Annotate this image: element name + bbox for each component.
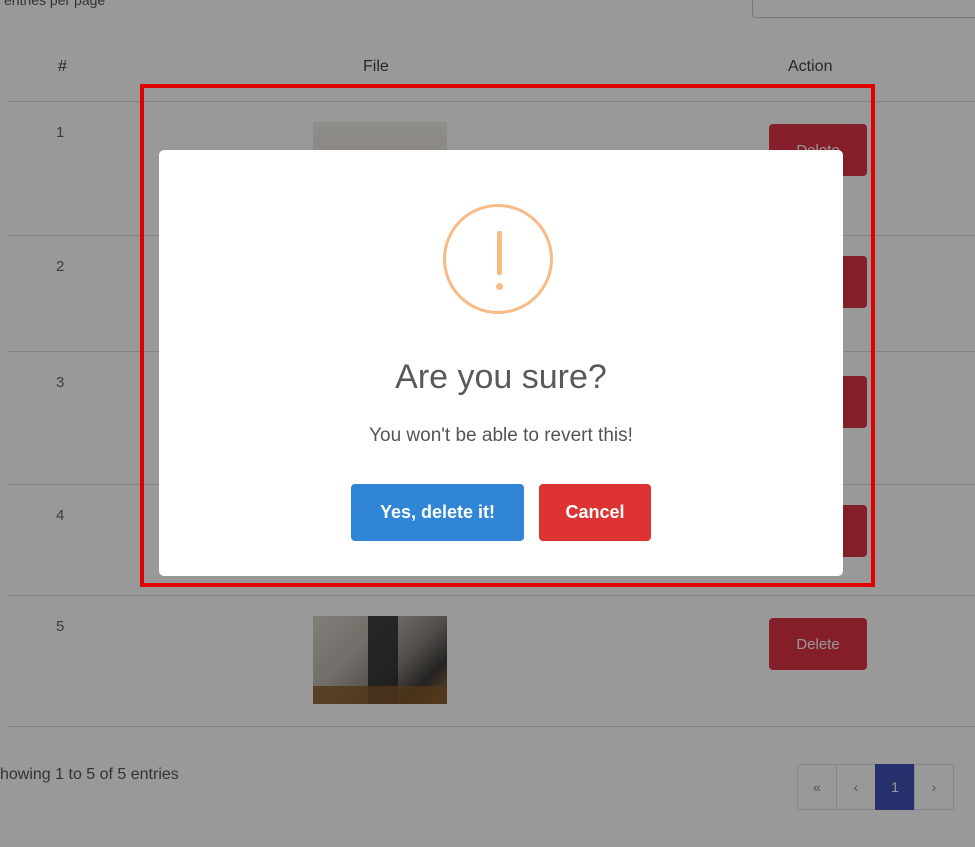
dialog-title: Are you sure? [395,358,607,396]
warning-icon-dot [496,283,503,290]
confirm-dialog: Are you sure? You won't be able to rever… [159,150,843,576]
warning-icon-bar [497,231,502,275]
dialog-message: You won't be able to revert this! [369,425,633,446]
confirm-delete-button[interactable]: Yes, delete it! [351,484,524,541]
warning-icon [443,204,553,314]
cancel-button[interactable]: Cancel [539,484,651,541]
